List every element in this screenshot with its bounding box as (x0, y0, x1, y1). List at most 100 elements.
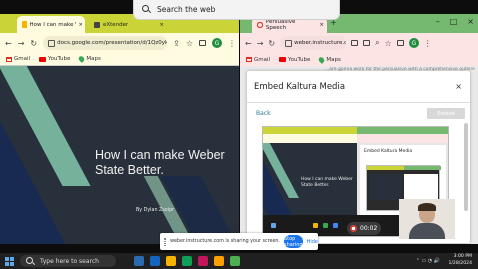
nested-slide (369, 174, 402, 200)
preview-modal-title: Embed Kaltura Media (364, 149, 413, 154)
chrome-icon[interactable] (182, 256, 192, 266)
chrome-icon[interactable] (214, 256, 224, 266)
url-field[interactable]: weber.instructure.com/co... (280, 36, 347, 50)
menu-icon[interactable]: ⋮ (228, 39, 236, 48)
app-icon (333, 223, 338, 228)
screen-share-icon[interactable] (363, 40, 371, 46)
maximize-icon[interactable]: □ (450, 17, 458, 26)
windows-taskbar: Type here to search ⌃ ▭ ◔ 🔊 3:00 PM 1/28… (0, 253, 478, 269)
bookmark-youtube[interactable]: YouTube (279, 57, 310, 63)
zoom-icon[interactable]: ⌕ (375, 38, 379, 48)
slide-byline: By Dylan Zsoipr (136, 208, 175, 213)
bookmark-label: YouTube (48, 56, 71, 62)
left-address-bar: ← → ↻ docs.google.com/presentation/d/1Qz… (0, 33, 239, 53)
nested-tabbar (404, 166, 441, 170)
profile-avatar[interactable]: G (211, 38, 222, 48)
windows-start-icon[interactable] (5, 256, 14, 266)
sidepanel-icon[interactable] (198, 40, 206, 46)
clock-date: 1/28/2024 (448, 260, 472, 266)
windows-icon (271, 223, 276, 228)
tab-label: Persuasive Speech (265, 19, 296, 31)
close-window-icon[interactable]: × (467, 17, 474, 26)
left-browser-window: How I can make Webe × eXtender × ← → ↻ d… (0, 14, 239, 244)
forward-arrow-icon[interactable]: → (257, 39, 264, 48)
bookmark-gmail[interactable]: Gmail (246, 57, 270, 63)
search-icon (26, 256, 35, 266)
left-bookmarks-bar: Gmail YouTube Maps (0, 53, 239, 66)
star-icon[interactable]: ☆ (385, 39, 392, 48)
drag-handle-icon[interactable] (164, 237, 167, 246)
web-search-bar[interactable]: Search the web (133, 0, 340, 20)
reload-icon[interactable]: ↻ (268, 39, 275, 48)
share-icon[interactable]: ⇪ (173, 39, 180, 48)
taskbar-search-placeholder: Type here to search (40, 257, 99, 265)
stop-sharing-button[interactable]: Stop sharing (283, 235, 303, 248)
back-arrow-icon[interactable]: ← (245, 39, 252, 48)
canvas-icon (257, 22, 263, 28)
profile-avatar[interactable]: G (408, 38, 419, 48)
screen-share-bar: weber.instructure.com is sharing your sc… (160, 233, 318, 250)
search-icon (142, 5, 151, 14)
youtube-icon (39, 56, 47, 62)
bookmark-maps[interactable]: Maps (318, 55, 341, 64)
tab-label: How I can make Webe (29, 21, 76, 28)
app-icon (323, 223, 328, 228)
bookmark-label: Gmail (14, 56, 31, 62)
right-bookmarks-bar: Gmail YouTube Maps (240, 53, 478, 66)
bookmark-youtube[interactable]: YouTube (39, 56, 70, 62)
bookmark-label: Maps (326, 56, 341, 63)
taskbar-search[interactable]: Type here to search (20, 255, 116, 267)
canvas-page: ...are gonna work for the persuasive wit… (240, 66, 478, 244)
task-view-icon[interactable] (134, 256, 144, 266)
forward-arrow-icon[interactable]: → (18, 39, 25, 48)
preview-right-tabbar (357, 127, 448, 134)
gmail-icon (6, 56, 12, 62)
preview-slide-title: How I can make Weber State Better. (301, 177, 353, 188)
bookmark-gmail[interactable]: Gmail (6, 56, 30, 62)
webcam-person (418, 203, 436, 211)
recording-indicator[interactable]: 00:02 (347, 222, 381, 235)
system-tray-icons[interactable]: ⌃ ▭ ◔ 🔊 (416, 258, 440, 264)
extension-icon (94, 21, 100, 28)
clock[interactable]: 3:00 PM 1/28/2024 (448, 254, 472, 267)
file-explorer-icon[interactable] (166, 256, 176, 266)
camera-icon[interactable] (351, 40, 359, 46)
star-icon[interactable]: ☆ (186, 39, 193, 48)
right-browser-window: Persuasive Speech × + – □ × ← → ↻ weber.… (240, 14, 478, 244)
maps-icon (318, 55, 326, 64)
app-icon[interactable] (198, 256, 208, 266)
divider (247, 102, 470, 103)
back-arrow-icon[interactable]: ← (5, 39, 12, 48)
hide-link[interactable]: Hide (307, 239, 318, 245)
close-icon[interactable]: × (455, 82, 462, 91)
menu-icon[interactable]: ⋮ (424, 39, 432, 48)
minimize-icon[interactable]: – (436, 17, 440, 26)
scrollbar[interactable] (464, 123, 468, 211)
edge-icon[interactable] (150, 256, 160, 266)
tab-presentation[interactable]: How I can make Webe × (17, 16, 85, 33)
close-icon[interactable]: × (159, 22, 164, 28)
slide-title: How I can make Weber State Better. (95, 148, 225, 177)
window-controls: – □ × (436, 17, 474, 26)
close-icon[interactable]: × (319, 22, 324, 28)
app-icon (313, 223, 318, 228)
screen: How I can make Webe × eXtender × ← → ↻ d… (0, 0, 478, 269)
close-icon[interactable]: × (79, 22, 82, 28)
youtube-icon (279, 57, 287, 62)
bookmark-maps[interactable]: Maps (78, 55, 101, 63)
back-link[interactable]: Back (256, 110, 271, 117)
chrome-icon[interactable] (230, 256, 240, 266)
reload-icon[interactable]: ↻ (30, 39, 37, 48)
url-field[interactable]: docs.google.com/presentation/d/1Qz0yk... (43, 36, 168, 50)
sidepanel-icon[interactable] (396, 40, 404, 46)
webcam-preview (399, 199, 455, 239)
stop-record-icon[interactable] (350, 225, 357, 232)
slides-icon (22, 21, 27, 28)
bookmark-label: Maps (86, 56, 101, 62)
presentation-slide: How I can make Weber State Better. By Dy… (0, 66, 239, 244)
recording-time: 00:02 (360, 225, 378, 232)
modal-title: Embed Kaltura Media (254, 82, 346, 92)
embed-button[interactable]: Embed (427, 108, 465, 119)
preview-slide: How I can make Weber State Better. (263, 143, 357, 215)
tab-label: eXtender (103, 21, 129, 28)
